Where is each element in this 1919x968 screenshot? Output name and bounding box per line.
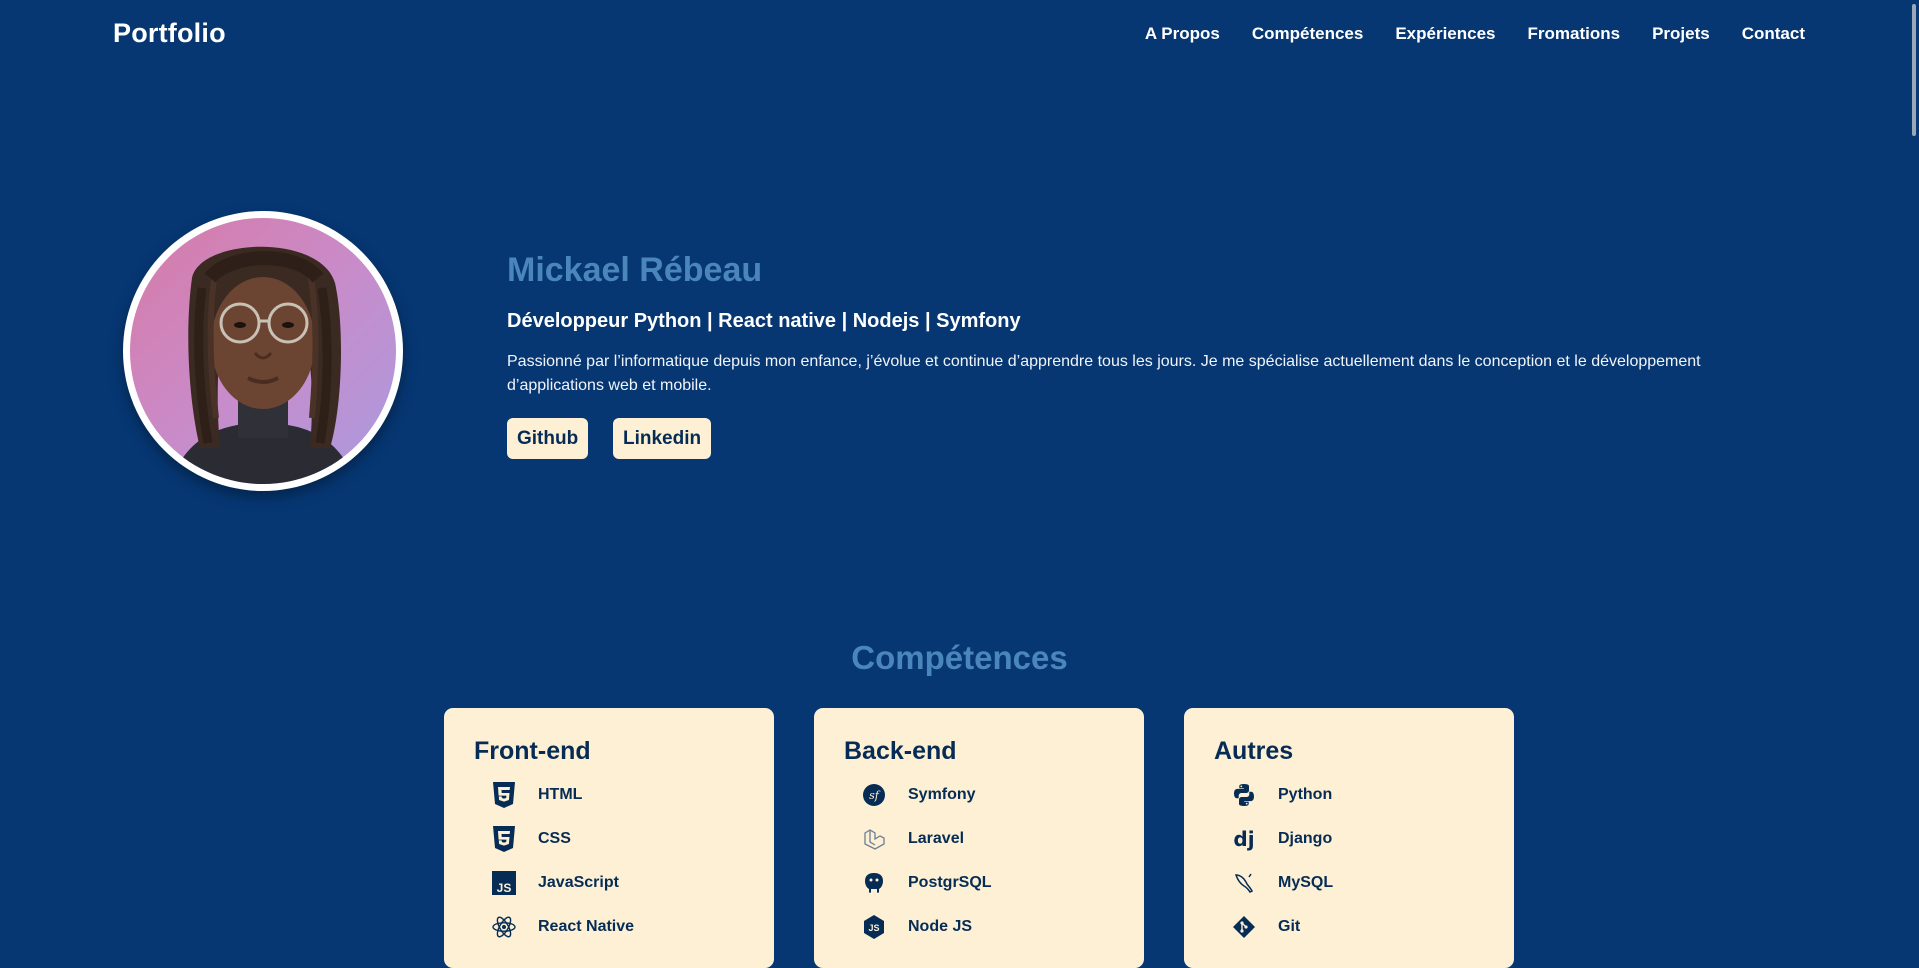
profile-title: Développeur Python | React native | Node… [507,310,1021,332]
scrollbar-thumb[interactable] [1912,4,1916,136]
nav-menu: A Propos Compétences Expériences Fromati… [1113,24,1805,44]
laravel-icon [860,825,888,853]
skill-item: HTML [490,781,582,809]
svg-text:dj: dj [1233,827,1254,851]
nav-link-projets[interactable]: Projets [1652,24,1710,44]
nav-link-a-propos[interactable]: A Propos [1145,24,1220,44]
skill-label: MySQL [1278,874,1334,891]
nav-link-competences[interactable]: Compétences [1252,24,1363,44]
skills-section-title: Compétences [851,639,1068,676]
skill-label: Symfony [908,786,976,803]
scrollbar[interactable] [1907,0,1919,947]
card-title: Front-end [474,737,591,765]
django-icon: dj [1230,825,1258,853]
javascript-icon: JS [490,869,518,897]
skill-label: JavaScript [538,874,619,891]
profile-description: Passionné par l’informatique depuis mon … [507,353,1701,394]
skill-label: HTML [538,786,583,803]
card-title: Back-end [844,737,957,765]
skill-item: CSS [490,825,571,853]
react-icon [490,913,518,941]
github-button[interactable]: Github [507,418,589,459]
profile-photo [130,218,396,484]
skill-label: Django [1278,830,1333,847]
card-title: Autres [1214,737,1294,765]
skill-label: React Native [538,918,635,935]
git-icon [1230,913,1258,941]
css3-icon [490,825,518,853]
nav-link-experiences[interactable]: Expériences [1395,24,1495,44]
skill-item: sf Symfony [860,781,976,809]
html5-icon [490,781,518,809]
skill-label: Git [1278,918,1301,935]
nav-link-formations[interactable]: Fromations [1528,24,1621,44]
skill-item: JS JavaScript [490,869,619,897]
skill-item: dj Django [1230,825,1332,853]
skill-label: PostgrSQL [908,874,992,891]
postgresql-icon [860,869,888,897]
svg-text:JS: JS [497,881,512,895]
skill-label: Laravel [908,830,965,847]
skill-item: React Native [490,913,634,941]
skill-label: CSS [538,830,571,847]
python-icon [1230,781,1258,809]
nodejs-icon: JS [860,913,888,941]
skill-label: Python [1278,786,1333,803]
skill-label: Node JS [908,918,973,935]
brand-logo[interactable]: Portfolio [113,18,226,49]
skill-item: Git [1230,913,1300,941]
symfony-icon: sf [860,781,888,809]
profile-photo-frame [123,211,403,491]
linkedin-button[interactable]: Linkedin [613,418,712,459]
mysql-icon [1230,869,1258,897]
top-navbar: Portfolio A Propos Compétences Expérienc… [0,0,1919,70]
skill-item: Python [1230,781,1332,809]
skill-item: Laravel [860,825,964,853]
profile-name: Mickael Rébeau [507,251,763,289]
skill-item: JS Node JS [860,913,972,941]
nav-link-contact[interactable]: Contact [1742,24,1805,44]
skill-item: MySQL [1230,869,1333,897]
skill-item: PostgrSQL [860,869,992,897]
svg-text:JS: JS [868,923,879,933]
